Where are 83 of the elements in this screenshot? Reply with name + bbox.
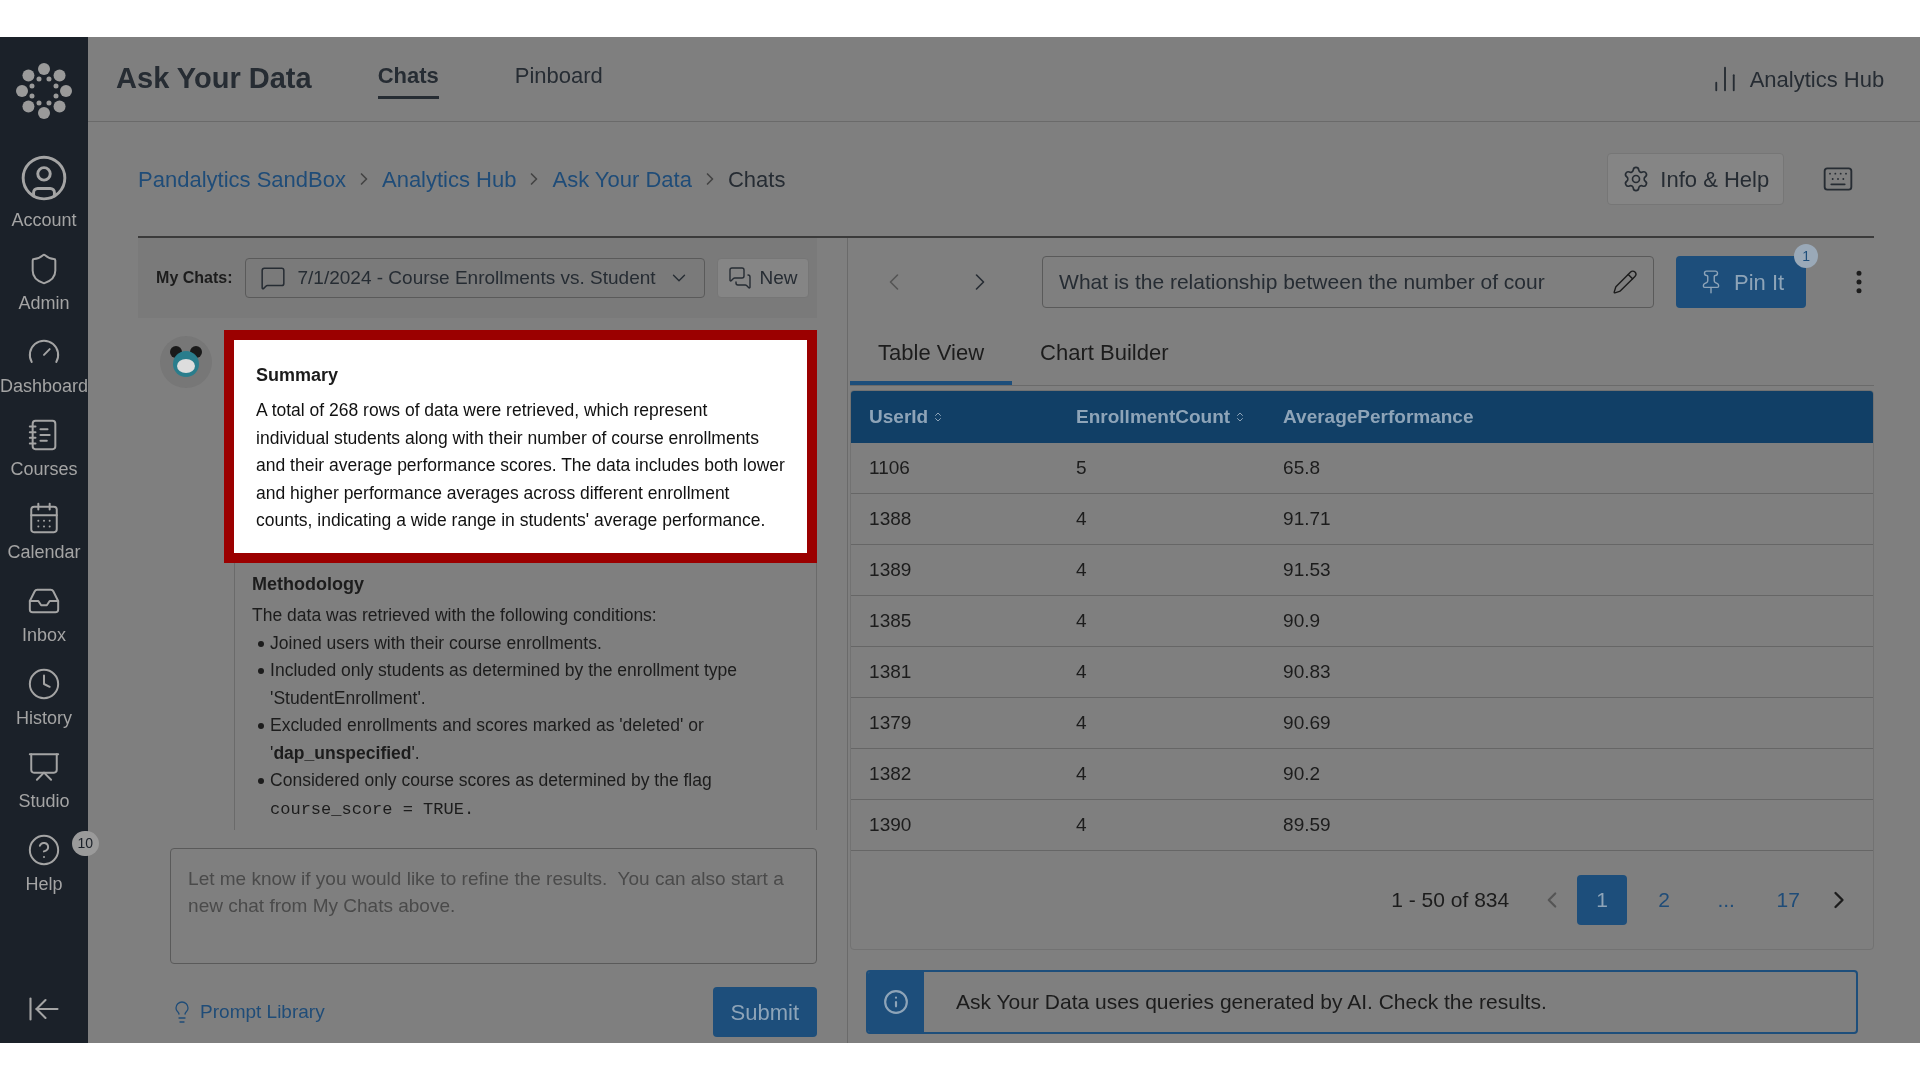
prompt-library-link[interactable]: Prompt Library [170, 997, 325, 1027]
table-cell-text: 1389 [868, 557, 913, 582]
nav-item[interactable]: Calendar [7, 501, 81, 566]
table-cell-text: 1390 [868, 812, 913, 837]
breadcrumb-link[interactable]: Pandalytics SandBox [138, 162, 346, 196]
table-cell-text: 4 [1075, 557, 1088, 582]
nav-item[interactable]: History [16, 667, 73, 732]
chat-icon [259, 265, 286, 291]
chat-select[interactable]: 7/1/2024 - Course Enrollments vs. Student [244, 258, 705, 298]
page-button[interactable]: 1 [1577, 875, 1628, 925]
nav-item[interactable]: Studio [18, 750, 70, 815]
breadcrumb-link[interactable]: Ask Your Data [552, 162, 692, 196]
summary-text: A total of 268 rows of data were retrieved, which represent individual students along with their number of course enrollments and their average performance scores. The data includes both lower and higher performance averages across different enrollment counts, indicating a wide range in students' average performance. [256, 399, 786, 532]
view-tab[interactable]: Chart Builder [1012, 336, 1197, 385]
ai-notice-text: Ask Your Data uses queries generated by AI. Check the results. [956, 989, 1547, 1016]
page-button[interactable]: ... [1701, 875, 1752, 925]
column-header[interactable]: AveragePerformance [1265, 402, 1473, 432]
bullet-icon [258, 778, 265, 784]
nav-item[interactable]: Account [11, 153, 77, 234]
table-cell-text: 4 [1075, 506, 1088, 531]
page-button[interactable]: 17 [1763, 875, 1814, 925]
table-cell-text: 4 [1075, 761, 1088, 786]
nav-item[interactable]: Courses [10, 418, 78, 483]
table-cell-text: 65.8 [1282, 455, 1322, 480]
new-chat-button[interactable]: New [716, 258, 809, 298]
page-range: 1 - 50 of 834 [1391, 887, 1510, 914]
summary-heading: Summary [256, 364, 340, 387]
pin-count-badge: 1 [1794, 244, 1819, 268]
bullet-icon [258, 668, 265, 674]
table-cell-text: 1106 [868, 455, 911, 480]
table-cell-text: 90.9 [1282, 608, 1322, 633]
analytics-hub-link[interactable]: Analytics Hub [1709, 62, 1885, 96]
presentation-icon [27, 750, 61, 784]
calendar-icon [27, 501, 61, 535]
column-header[interactable]: EnrollmentCount [1058, 402, 1266, 432]
table-cell-text: 1382 [868, 761, 913, 786]
chat-bubbles-icon [727, 266, 752, 290]
notification-badge: 10 [71, 831, 100, 856]
header-tab[interactable]: Chats [377, 59, 439, 99]
table-cell-text: 4 [1075, 812, 1088, 837]
my-chats-label: My Chats: [156, 268, 233, 288]
avatar [160, 336, 213, 388]
current-page-label: Chats [727, 165, 786, 194]
methodology-intro: The data was retrieved with the following conditions: [252, 604, 658, 627]
table-cell-text: 4 [1075, 608, 1088, 633]
table-cell-text: 91.71 [1282, 506, 1332, 531]
account-icon [19, 153, 69, 203]
clock-icon [27, 667, 61, 701]
methodology-item: Joined users with their course enrollments. [270, 631, 602, 655]
table-cell-text: 1381 [868, 659, 913, 684]
table-cell-text: 91.53 [1282, 557, 1332, 582]
table-cell-text: 89.59 [1282, 812, 1332, 837]
help-icon [27, 833, 62, 867]
methodology-item: Excluded enrollments and scores marked as 'deleted' or 'dap_unspecified'. [270, 714, 705, 765]
table-cell-text: 90.69 [1282, 710, 1332, 735]
logo[interactable] [14, 61, 75, 121]
pencil-icon[interactable] [1612, 269, 1639, 295]
info-icon [883, 989, 910, 1015]
nav-item[interactable]: Inbox [22, 584, 67, 649]
bullet-icon [258, 640, 265, 647]
breadcrumb-link[interactable]: Analytics Hub [381, 162, 517, 196]
table-cell-text: 5 [1075, 455, 1088, 480]
view-tab[interactable]: Table View [850, 336, 1013, 385]
column-header[interactable]: UserId [851, 402, 1059, 432]
info-help-button[interactable]: Info & Help [1607, 153, 1785, 205]
table-cell-text: 1379 [868, 710, 913, 735]
table-cell-text: 90.2 [1282, 761, 1322, 786]
page-button[interactable]: 2 [1639, 875, 1690, 925]
methodology-item: Included only students as determined by the enrollment type 'StudentEnrollment'. [270, 659, 738, 710]
table-cell-text: 4 [1075, 710, 1088, 735]
query-field[interactable]: What is the relationship between the number of cour [1042, 256, 1655, 308]
header-tab[interactable]: Pinboard [514, 59, 603, 99]
app-title: Ask Your Data [116, 61, 312, 97]
table-cell-text: 90.83 [1282, 659, 1332, 684]
bullet-icon [258, 723, 265, 729]
submit-button[interactable]: Submit [712, 987, 818, 1037]
table-cell-text: 4 [1075, 659, 1088, 684]
methodology-heading: Methodology [252, 572, 366, 596]
nav-item[interactable]: Dashboard [0, 335, 89, 400]
table-cell-text: 1388 [868, 506, 913, 531]
methodology-item: Considered only course scores as determined by the flag course_score = TRUE. [270, 769, 713, 821]
nav-item[interactable]: Admin [18, 252, 70, 317]
table-cell-text: 1385 [868, 608, 913, 633]
